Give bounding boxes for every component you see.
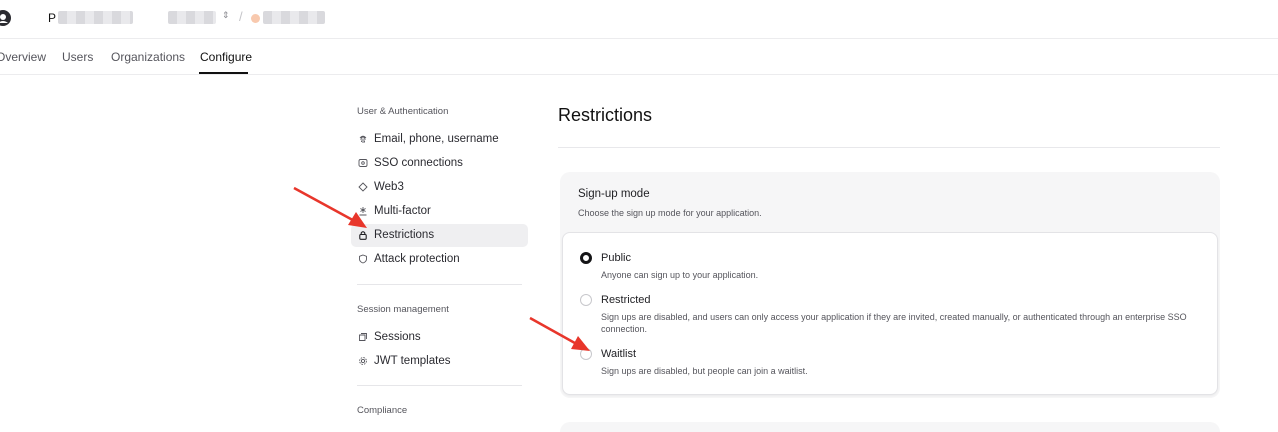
next-card-top	[560, 422, 1220, 432]
sidebar-heading-session-management: Session management	[357, 304, 449, 315]
sidebar-divider	[357, 284, 522, 285]
redacted-environment-name[interactable]	[263, 11, 325, 24]
project-name[interactable]: P	[48, 11, 56, 25]
sidebar-item-label: Multi-factor	[374, 205, 431, 217]
sessions-icon	[359, 333, 367, 341]
fingerprint-icon	[359, 135, 367, 143]
page-title: Restrictions	[558, 105, 653, 125]
option-waitlist-label: Waitlist	[601, 348, 637, 360]
signup-mode-options: Public Anyone can sign up to your applic…	[562, 232, 1218, 395]
diamond-icon	[358, 182, 368, 192]
sidebar-item-sessions[interactable]: Sessions	[351, 326, 528, 349]
signup-mode-description: Choose the sign up mode for your applica…	[578, 208, 762, 218]
lock-icon	[359, 231, 367, 240]
app-logo-icon[interactable]	[0, 9, 12, 27]
title-divider	[558, 147, 1220, 148]
option-restricted-description: Sign ups are disabled, and users can onl…	[601, 312, 1187, 334]
sidebar-item-email-phone-username[interactable]: Email, phone, username	[351, 128, 528, 151]
sidebar-item-label: Restrictions	[374, 229, 435, 241]
tab-users[interactable]: Users	[62, 50, 93, 64]
gear-icon	[359, 357, 367, 365]
top-bar: P ⇕ /	[0, 0, 1278, 39]
sidebar-item-sso-connections[interactable]: SSO connections	[351, 152, 528, 175]
option-public-description: Anyone can sign up to your application.	[601, 270, 759, 280]
sidebar-item-label: Sessions	[374, 331, 421, 343]
tab-configure[interactable]: Configure	[200, 50, 252, 64]
shield-icon	[359, 254, 367, 264]
radio-waitlist[interactable]	[580, 348, 592, 360]
radio-restricted[interactable]	[580, 294, 592, 306]
sidebar-item-web3[interactable]: Web3	[351, 176, 528, 199]
signup-mode-card: Sign-up mode Choose the sign up mode for…	[560, 172, 1220, 398]
main-tabs: Overview Users Organizations Configure	[0, 39, 1278, 75]
sidebar-item-label: Attack protection	[374, 253, 460, 265]
sidebar-heading-compliance: Compliance	[357, 405, 408, 416]
sidebar-item-multi-factor[interactable]: Multi-factor	[351, 200, 528, 223]
option-public-label: Public	[601, 252, 631, 264]
sidebar-heading-user-auth: User & Authentication	[357, 106, 449, 117]
sidebar-item-label: Email, phone, username	[374, 133, 499, 145]
redacted-project-name	[58, 11, 133, 24]
sidebar-item-label: SSO connections	[374, 157, 463, 169]
instance-switcher-chevron-icon[interactable]: ⇕	[222, 11, 230, 20]
breadcrumb-separator: /	[239, 9, 243, 24]
redacted-instance-name[interactable]	[168, 11, 216, 24]
tab-organizations[interactable]: Organizations	[111, 50, 185, 64]
option-waitlist-description: Sign ups are disabled, but people can jo…	[601, 366, 808, 376]
tab-overview[interactable]: Overview	[0, 50, 46, 64]
environment-dot-icon	[251, 14, 260, 23]
sso-icon	[358, 159, 368, 167]
sidebar-item-attack-protection[interactable]: Attack protection	[351, 248, 528, 271]
sidebar-divider	[357, 385, 522, 386]
radio-public[interactable]	[580, 252, 592, 264]
option-restricted-label: Restricted	[601, 294, 651, 306]
asterisk-icon	[359, 207, 367, 216]
sidebar-item-label: JWT templates	[374, 355, 451, 367]
signup-mode-title: Sign-up mode	[578, 188, 650, 200]
sidebar-item-jwt-templates[interactable]: JWT templates	[351, 350, 528, 373]
sidebar-item-restrictions[interactable]: Restrictions	[351, 224, 528, 247]
sidebar-item-label: Web3	[374, 181, 404, 193]
active-tab-indicator	[199, 72, 248, 74]
